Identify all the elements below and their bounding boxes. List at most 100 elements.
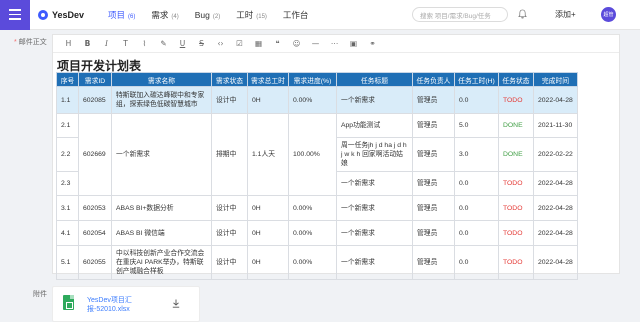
add-button[interactable]: 添加+ (555, 9, 576, 20)
avatar[interactable]: 超管 (601, 7, 616, 22)
rich-text-editor[interactable]: H B I T ⌇ ✎ U S ‹› ☑ ▦ ❝ ☺ — ⋯ ▣ ⚭ 项目开发计… (52, 34, 620, 280)
table-cell[interactable]: 管理员 (411, 137, 455, 172)
task-status-cell[interactable]: TODO (497, 171, 534, 196)
attachment-card[interactable]: YesDev项目汇报-52010.xlsx (52, 286, 200, 322)
table-cell[interactable]: 0.0 (453, 171, 499, 196)
table-cell[interactable]: 一个新需求 (335, 220, 413, 246)
table-cell[interactable]: 一个新需求 (335, 86, 413, 114)
table-cell[interactable]: 5.0 (453, 113, 499, 138)
table-cell[interactable]: 管理员 (411, 245, 455, 280)
table-cell[interactable]: 设计中 (211, 86, 248, 114)
task-status-cell[interactable]: TODO (497, 195, 534, 221)
table-cell[interactable]: ABAS BI+数据分析 (111, 195, 212, 221)
table-cell[interactable]: 2022-04-28 (532, 220, 578, 246)
checkbox-icon[interactable]: ☑ (230, 37, 249, 51)
attachment-file-link[interactable]: YesDev项目汇报-52010.xlsx (87, 296, 157, 314)
table-cell[interactable]: 602085 (78, 86, 112, 114)
divider-icon[interactable]: — (306, 37, 325, 51)
table-cell[interactable]: 100.00% (287, 113, 337, 196)
table-cell[interactable]: 一个新需求 (335, 245, 413, 280)
table-cell[interactable]: 中以科技创新产业合作交流会在重庆AI PARK举办，特斯联创产城融合样板 (111, 245, 212, 280)
table-cell[interactable]: 602054 (78, 220, 112, 246)
emoji-icon[interactable]: ☺ (287, 37, 306, 51)
table-cell[interactable]: 管理员 (411, 195, 455, 221)
table-cell[interactable]: 设计中 (211, 220, 248, 246)
table-cell[interactable]: 管理员 (411, 171, 455, 196)
table-cell[interactable]: 2.1 (56, 113, 79, 138)
task-status-cell[interactable]: TODO (497, 245, 534, 280)
table-cell[interactable]: 0.00% (287, 220, 337, 246)
search-input[interactable]: 搜索 项目/需求/Bug/任务 (412, 7, 508, 22)
download-icon[interactable] (172, 299, 180, 308)
code-icon[interactable]: ‹› (211, 37, 230, 51)
table-cell[interactable]: 设计中 (211, 195, 248, 221)
table-cell[interactable]: 5.1 (56, 245, 79, 280)
table-cell[interactable]: 管理员 (411, 86, 455, 114)
task-status-cell[interactable]: TODO (497, 86, 534, 114)
table-cell[interactable]: 0.0 (453, 195, 499, 221)
table-cell[interactable]: 2.2 (56, 137, 79, 172)
nav-item-requirement[interactable]: 需求 (4) (151, 9, 178, 21)
text-size-icon[interactable]: T (116, 37, 135, 51)
highlight-icon[interactable]: ⌇ (135, 37, 154, 51)
table-cell[interactable]: 4.1 (56, 220, 79, 246)
table-cell[interactable]: 2022-02-22 (532, 137, 578, 172)
heading-icon[interactable]: H (59, 37, 78, 51)
table-cell[interactable]: 一个新需求 (335, 171, 413, 196)
link-icon[interactable]: ⚭ (363, 37, 382, 51)
nav-item-bug[interactable]: Bug (2) (195, 10, 220, 20)
bell-icon[interactable] (518, 9, 527, 19)
app-logo[interactable]: YesDev (38, 9, 84, 20)
table-cell[interactable]: 2021-11-30 (532, 113, 578, 138)
table-cell[interactable]: 设计中 (211, 245, 248, 280)
table-cell[interactable]: 0H (247, 195, 289, 221)
nav-item-worktime[interactable]: 工时 (15) (236, 9, 267, 21)
table-cell[interactable]: 周一任务jh j d ha j d h j w k h 回家啊活动姑娘 (335, 137, 413, 172)
table-row[interactable]: 5.1 602055 中以科技创新产业合作交流会在重庆AI PARK举办，特斯联… (56, 245, 578, 280)
table-cell[interactable]: 2.3 (56, 171, 79, 196)
table-cell[interactable]: 0.00% (287, 86, 337, 114)
table-cell[interactable]: 2022-04-28 (532, 195, 578, 221)
menu-icon[interactable] (0, 0, 30, 30)
table-cell[interactable]: 管理员 (411, 113, 455, 138)
pen-icon[interactable]: ✎ (154, 37, 173, 51)
table-cell[interactable]: 2022-04-28 (532, 245, 578, 280)
table-cell[interactable]: 0.0 (453, 245, 499, 280)
table-cell[interactable]: 2022-04-28 (532, 171, 578, 196)
table-row[interactable]: 4.1 602054 ABAS BI 微信端 设计中 0H 0.00% 一个新需… (56, 220, 578, 246)
table-cell[interactable]: 0.0 (453, 220, 499, 246)
table-cell[interactable]: 一个新需求 (111, 113, 212, 196)
table-cell[interactable]: 特斯联加入碳达峰碳中和专家组，探索绿色低碳智慧城市 (111, 86, 212, 114)
table-cell[interactable]: ABAS BI 微信端 (111, 220, 212, 246)
table-cell[interactable]: 0.0 (453, 86, 499, 114)
table-cell[interactable]: 1.1人天 (247, 113, 289, 196)
table-cell[interactable]: App功能测试 (335, 113, 413, 138)
underline-icon[interactable]: U (173, 37, 192, 51)
quote-icon[interactable]: ❝ (268, 37, 287, 51)
table-cell[interactable]: 0.00% (287, 195, 337, 221)
image-icon[interactable]: ▣ (344, 37, 363, 51)
table-cell[interactable]: 3.1 (56, 195, 79, 221)
table-cell[interactable]: 2022-04-28 (532, 86, 578, 114)
table-row[interactable]: 3.1 602053 ABAS BI+数据分析 设计中 0H 0.00% 一个新… (56, 195, 578, 221)
table-cell[interactable]: 管理员 (411, 220, 455, 246)
table-cell[interactable]: 一个新需求 (335, 195, 413, 221)
table-cell[interactable]: 0.00% (287, 245, 337, 280)
table-cell[interactable]: 602053 (78, 195, 112, 221)
table-cell[interactable]: 0H (247, 220, 289, 246)
task-status-cell[interactable]: DONE (497, 113, 534, 138)
table-cell[interactable]: 0H (247, 245, 289, 280)
italic-icon[interactable]: I (97, 37, 116, 51)
table-cell[interactable]: 3.0 (453, 137, 499, 172)
plan-table[interactable]: 序号 需求ID 需求名称 需求状态 需求总工时 需求进度(%) 任务标题 任务负… (56, 72, 578, 280)
nav-item-workbench[interactable]: 工作台 (283, 9, 309, 21)
table-cell[interactable]: 602669 (78, 113, 112, 196)
table-row[interactable]: 1.1 602085 特斯联加入碳达峰碳中和专家组，探索绿色低碳智慧城市 设计中… (56, 86, 578, 114)
nav-item-project[interactable]: 项目 (6) (108, 9, 135, 21)
table-icon[interactable]: ▦ (249, 37, 268, 51)
document-title[interactable]: 项目开发计划表 (57, 57, 619, 73)
table-cell[interactable]: 0H (247, 86, 289, 114)
bold-icon[interactable]: B (78, 37, 97, 51)
task-status-cell[interactable]: DONE (497, 137, 534, 172)
task-status-cell[interactable]: TODO (497, 220, 534, 246)
